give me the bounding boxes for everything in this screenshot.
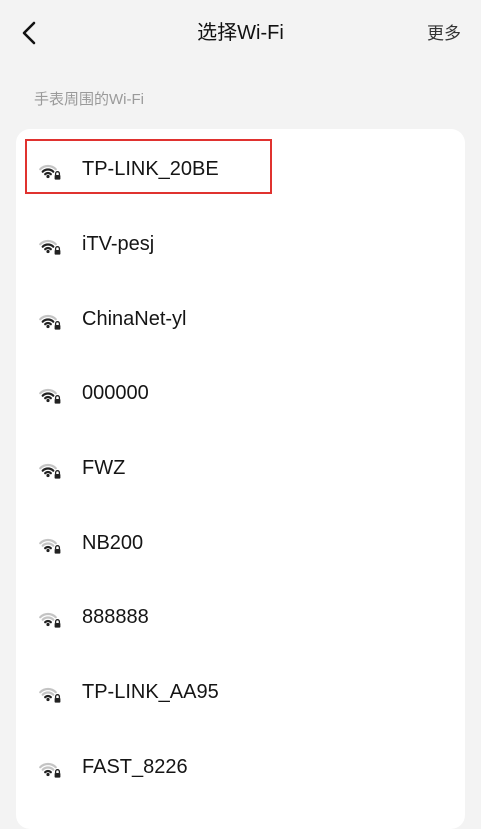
lock-body xyxy=(54,549,61,554)
signal-dot xyxy=(46,473,50,478)
signal-dot xyxy=(46,249,50,254)
signal-arc xyxy=(41,616,55,621)
lock-body xyxy=(54,250,61,255)
wifi-locked-icon xyxy=(39,388,61,404)
lock-body xyxy=(54,623,61,628)
wifi-locked-icon xyxy=(39,239,61,255)
wifi-row-fwz[interactable]: FWZ xyxy=(16,440,465,496)
wifi-ssid: TP-LINK_20BE xyxy=(82,158,219,180)
lock-shackle xyxy=(54,470,61,474)
signal-arc xyxy=(44,321,52,326)
signal-arc xyxy=(44,619,52,624)
signal-arc xyxy=(44,395,52,400)
lock-body xyxy=(54,474,61,479)
signal-arc xyxy=(44,694,52,699)
wifi-locked-icon xyxy=(39,538,61,554)
signal-arc xyxy=(41,168,55,173)
wifi-row-tp-link-aa95[interactable]: TP-LINK_AA95 xyxy=(16,664,465,720)
signal-dot xyxy=(46,697,50,702)
lock-body xyxy=(54,773,61,778)
wifi-locked-icon xyxy=(39,314,61,330)
signal-dot xyxy=(46,622,50,627)
wifi-row-tp-link-20be[interactable]: TP-LINK_20BE xyxy=(16,141,465,197)
lock-body xyxy=(54,325,61,330)
lock-shackle xyxy=(54,321,61,325)
signal-dot xyxy=(46,548,50,553)
signal-arc xyxy=(41,318,55,323)
wifi-ssid: 000000 xyxy=(82,382,149,404)
lock-shackle xyxy=(54,545,61,549)
lock-shackle xyxy=(54,171,61,175)
signal-arc xyxy=(41,243,55,248)
top-bar: 选择Wi-Fi 更多 xyxy=(0,0,481,68)
lock-shackle xyxy=(54,694,61,698)
signal-arc xyxy=(44,246,52,251)
wifi-ssid: TP-LINK_AA95 xyxy=(82,681,219,703)
wifi-row-000000[interactable]: 000000 xyxy=(16,365,465,421)
signal-arc xyxy=(41,392,55,397)
lock-body xyxy=(54,175,61,180)
signal-arc xyxy=(41,691,55,696)
wifi-row-itv-pesj[interactable]: iTV-pesj xyxy=(16,216,465,272)
signal-arc xyxy=(44,769,52,774)
lock-shackle xyxy=(54,619,61,623)
signal-arc xyxy=(41,467,55,472)
lock-shackle xyxy=(54,246,61,250)
signal-arc xyxy=(44,171,52,176)
lock-shackle xyxy=(54,395,61,399)
wifi-ssid: FWZ xyxy=(82,457,126,479)
wifi-locked-icon xyxy=(39,164,61,180)
wifi-locked-icon xyxy=(39,687,61,703)
signal-arc xyxy=(44,470,52,475)
wifi-row-nb200[interactable]: NB200 xyxy=(16,515,465,571)
wifi-locked-icon xyxy=(39,463,61,479)
lock-body xyxy=(54,698,61,703)
wifi-ssid: 888888 xyxy=(82,606,149,628)
wifi-locked-icon xyxy=(39,612,61,628)
page-title: 选择Wi-Fi xyxy=(197,22,284,44)
wifi-ssid: ChinaNet-yl xyxy=(82,308,187,330)
wifi-row-888888[interactable]: 888888 xyxy=(16,589,465,645)
signal-dot xyxy=(46,398,50,403)
wifi-locked-icon xyxy=(39,762,61,778)
lock-shackle xyxy=(54,769,61,773)
signal-dot xyxy=(46,174,50,179)
wifi-ssid: NB200 xyxy=(82,532,144,554)
wifi-row-fast-8226[interactable]: FAST_8226 xyxy=(16,739,465,795)
signal-arc xyxy=(41,542,55,547)
section-label: 手表周围的Wi-Fi xyxy=(34,91,144,108)
wifi-list: TP-LINK_20BE iTV-pesj ChinaNet-yl 000000… xyxy=(16,129,465,829)
signal-arc xyxy=(44,545,52,550)
wifi-ssid: FAST_8226 xyxy=(82,756,188,778)
wifi-row-chinanet-yl[interactable]: ChinaNet-yl xyxy=(16,291,465,347)
more-button[interactable]: 更多 xyxy=(427,22,461,46)
signal-arc xyxy=(41,766,55,771)
signal-dot xyxy=(46,324,50,329)
signal-dot xyxy=(46,772,50,777)
wifi-ssid: iTV-pesj xyxy=(82,233,155,255)
lock-body xyxy=(54,399,61,404)
